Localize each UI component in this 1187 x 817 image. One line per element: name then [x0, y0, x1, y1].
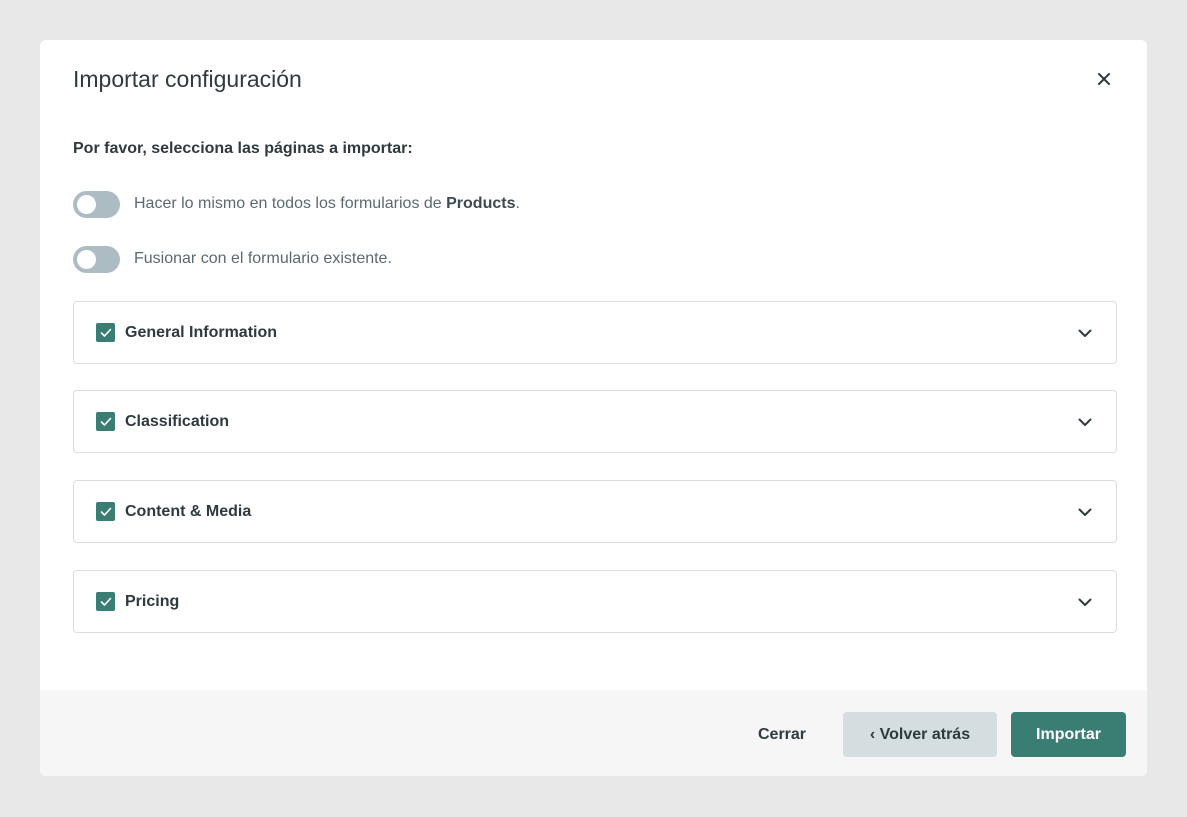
instruction-text: Por favor, selecciona las páginas a impo…	[73, 140, 413, 157]
chevron-down-icon[interactable]	[1076, 324, 1094, 342]
toggle-merge-label: Fusionar con el formulario existente.	[134, 250, 392, 267]
section-label: Classification	[125, 412, 230, 430]
toggle-apply-all-forms[interactable]	[73, 190, 120, 218]
chevron-down-icon[interactable]	[1076, 503, 1094, 521]
section-label: Pricing	[125, 592, 180, 610]
back-button[interactable]: ‹ Volver atrás	[843, 712, 997, 757]
section-content-media[interactable]: Content & Media	[73, 480, 1117, 543]
check-icon[interactable]	[96, 592, 115, 611]
chevron-down-icon[interactable]	[1076, 593, 1094, 611]
check-icon[interactable]	[96, 412, 115, 431]
section-label: Content & Media	[125, 502, 252, 520]
dialog-footer: Cerrar ‹ Volver atrás Importar	[40, 690, 1147, 776]
section-label: General Information	[125, 323, 278, 341]
toggle-row-all-forms: Hacer lo mismo en todos los formularios …	[73, 190, 520, 218]
close-button[interactable]: Cerrar	[740, 712, 824, 757]
import-button[interactable]: Importar	[1011, 712, 1126, 757]
toggle-knob	[77, 249, 96, 269]
check-icon[interactable]	[96, 502, 115, 521]
toggle-row-merge: Fusionar con el formulario existente.	[73, 245, 392, 273]
toggle-apply-all-label: Hacer lo mismo en todos los formularios …	[134, 195, 520, 212]
chevron-down-icon[interactable]	[1076, 413, 1094, 431]
toggle-knob	[77, 194, 96, 214]
dialog-header: Importar configuración	[73, 64, 1127, 94]
import-config-dialog: Importar configuración Por favor, selecc…	[40, 40, 1147, 776]
section-general-information[interactable]: General Information	[73, 301, 1117, 364]
toggle-merge-existing[interactable]	[73, 245, 120, 273]
dialog-title: Importar configuración	[73, 66, 302, 92]
section-pricing[interactable]: Pricing	[73, 570, 1117, 633]
close-icon[interactable]	[1095, 70, 1113, 88]
section-classification[interactable]: Classification	[73, 390, 1117, 453]
check-icon[interactable]	[96, 323, 115, 342]
